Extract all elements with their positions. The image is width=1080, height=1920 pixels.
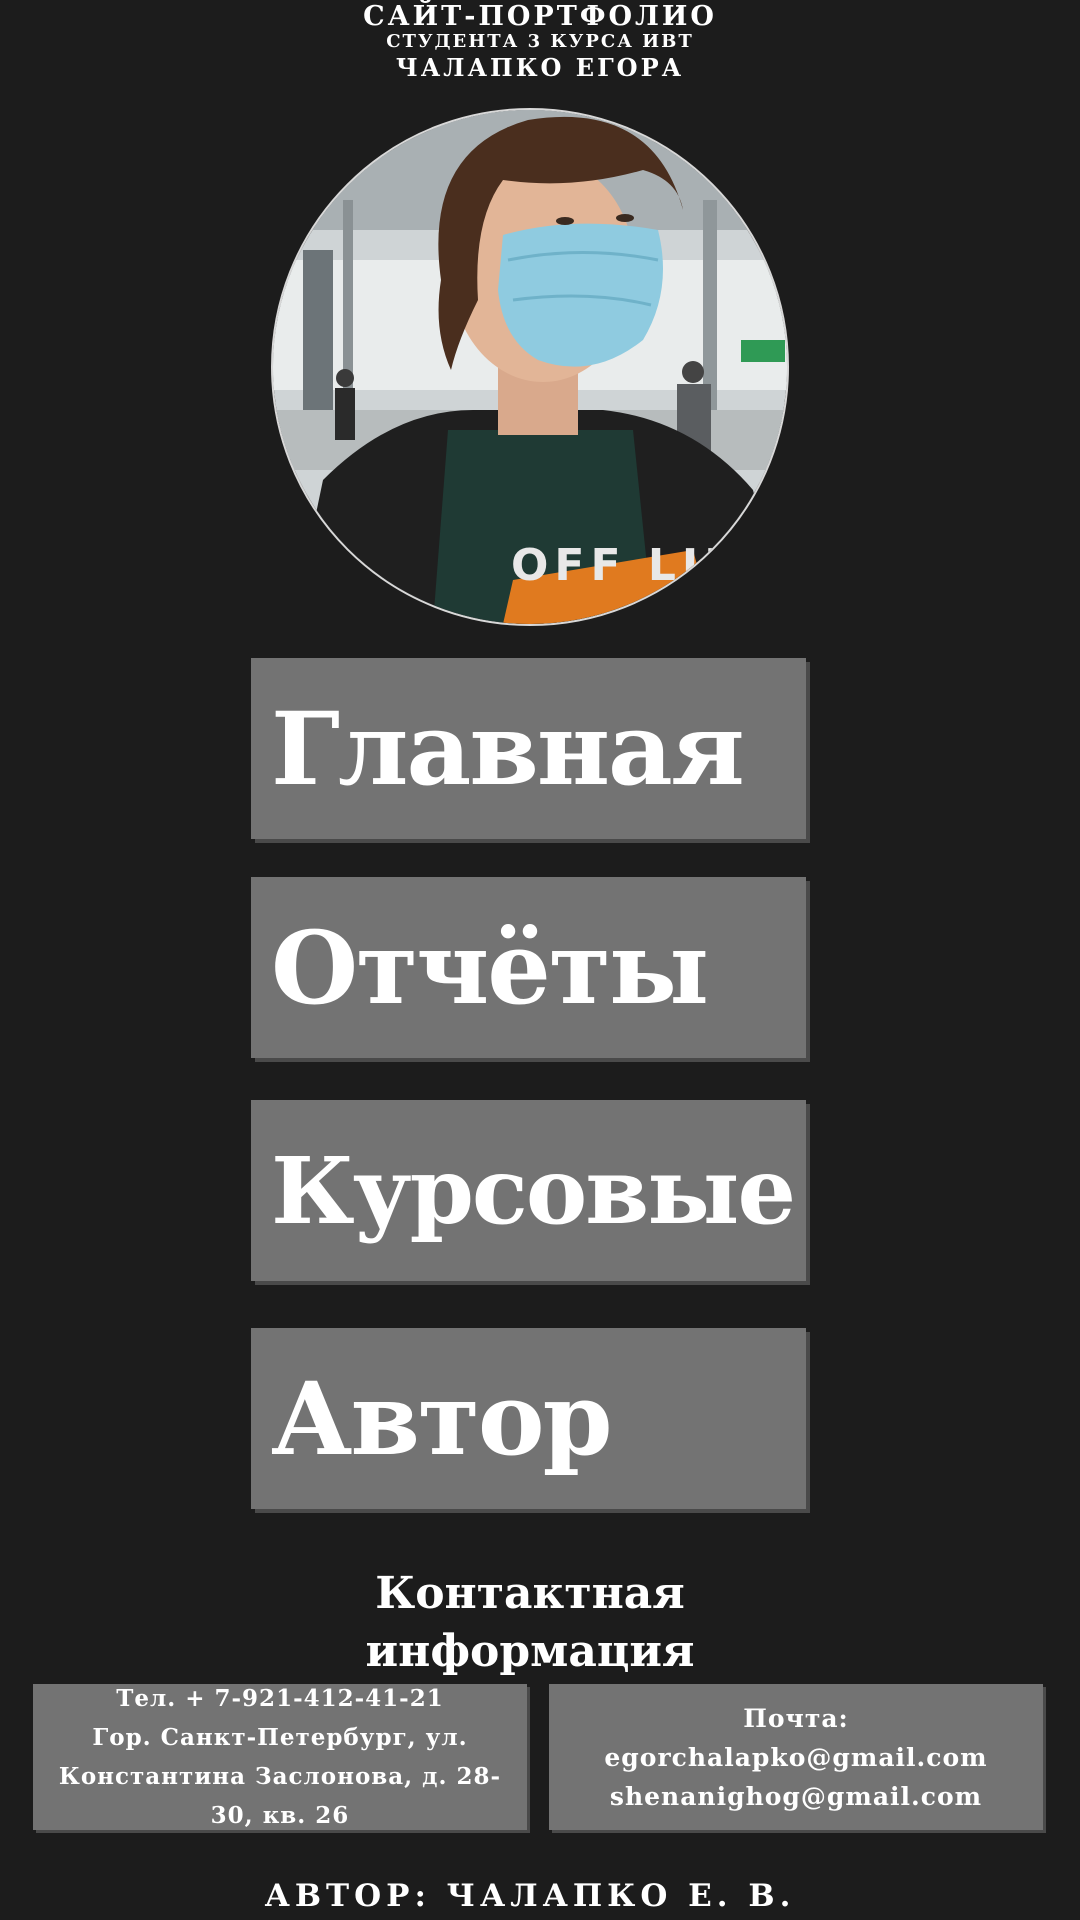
contact-card-email: Почта: egorchalapko@gmail.com shenanigho… <box>549 1684 1043 1830</box>
phone-text: Тел. + 7-921-412-41-21 <box>116 1685 444 1712</box>
nav-button-home-label: Главная <box>271 689 745 808</box>
email-link-2[interactable]: shenanighog@gmail.com <box>610 1777 982 1816</box>
nav-button-reports-label: Отчёты <box>271 908 709 1027</box>
nav-button-author[interactable]: Автор <box>251 1328 806 1509</box>
shirt-print: OFF LIN <box>511 540 747 591</box>
address-line-1: Гор. Санкт-Петербург, ул. <box>92 1724 468 1751</box>
site-owner-name: ЧАЛАПКО ЕГОРА <box>395 53 685 82</box>
nav-button-coursework[interactable]: Курсовые <box>251 1100 806 1281</box>
nav-button-coursework-label: Курсовые <box>271 1136 796 1245</box>
nav-button-reports[interactable]: Отчёты <box>251 877 806 1058</box>
address-line-3: 30, кв. 26 <box>210 1802 350 1829</box>
nav-button-home[interactable]: Главная <box>251 658 806 839</box>
contact-section-title: Контактная информация <box>0 1565 1060 1681</box>
avatar: OFF LIN <box>271 108 789 626</box>
address-line-2: Константина Заслонова, д. 28- <box>58 1763 502 1790</box>
contact-card-address: Тел. + 7-921-412-41-21 Гор. Санкт-Петерб… <box>33 1684 527 1830</box>
site-subtitle: СТУДЕНТА 3 КУРСА ИВТ <box>386 31 694 52</box>
nav-button-author-label: Автор <box>271 1359 613 1478</box>
contact-title-line2: информация <box>365 1626 695 1677</box>
contact-title-line1: Контактная <box>375 1568 685 1619</box>
avatar-photo: OFF LIN <box>273 110 787 624</box>
email-link-1[interactable]: egorchalapko@gmail.com <box>604 1738 987 1777</box>
portfolio-page: САЙТ-ПОРТФОЛИО СТУДЕНТА 3 КУРСА ИВТ ЧАЛА… <box>0 0 1080 1920</box>
site-title: САЙТ-ПОРТФОЛИО <box>363 1 717 32</box>
footer-author: АВТОР: ЧАЛАПКО Е. В. <box>264 1878 796 1914</box>
mail-label: Почта: <box>743 1703 849 1733</box>
